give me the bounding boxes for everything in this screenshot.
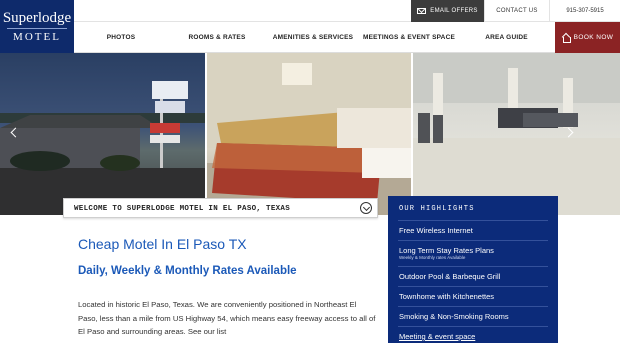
highlight-label: Long Term Stay Rates Plans bbox=[399, 246, 494, 255]
contact-us-link[interactable]: CONTACT US bbox=[484, 0, 550, 22]
meeting-room-illustration bbox=[413, 53, 620, 215]
highlights-panel: OUR HIGHLIGHTS Free Wireless Internet Lo… bbox=[388, 196, 558, 343]
highlight-item[interactable]: Free Wireless Internet bbox=[398, 220, 548, 240]
photo-carousel bbox=[0, 53, 620, 215]
logo-rule bbox=[7, 27, 67, 29]
photo-meeting-room bbox=[413, 53, 620, 215]
photo-motel-exterior bbox=[0, 53, 205, 215]
nav-rooms-rates[interactable]: ROOMS & RATES bbox=[168, 22, 266, 53]
house-icon bbox=[562, 34, 571, 43]
book-now-button[interactable]: BOOK NOW bbox=[555, 22, 620, 53]
highlight-item-link[interactable]: Meeting & event space bbox=[398, 326, 548, 343]
book-now-label: BOOK NOW bbox=[573, 34, 614, 41]
chevron-down-icon[interactable] bbox=[360, 202, 372, 214]
highlight-label: Outdoor Pool & Barbeque Grill bbox=[399, 272, 501, 281]
guest-room-illustration bbox=[207, 53, 411, 215]
nav-area-guide[interactable]: AREA GUIDE bbox=[458, 22, 555, 53]
intro-paragraph: Located in historic El Paso, Texas. We a… bbox=[78, 300, 376, 337]
phone-link[interactable]: 915-307-5915 bbox=[550, 0, 620, 22]
highlight-item[interactable]: Townhome with Kitchenettes bbox=[398, 286, 548, 306]
highlight-sublabel: Weekly & Monthly rates Available bbox=[399, 255, 466, 260]
page-subtitle: Daily, Weekly & Monthly Rates Available bbox=[78, 265, 297, 277]
nav-meetings-event-space[interactable]: MEETINGS & EVENT SPACE bbox=[360, 22, 458, 53]
logo-wordmark: Superlodge bbox=[2, 9, 72, 26]
highlight-label: Free Wireless Internet bbox=[399, 226, 473, 235]
logo-subtitle: MOTEL bbox=[13, 30, 61, 43]
highlight-label: Meeting & event space bbox=[399, 332, 476, 341]
email-offers-button[interactable]: EMAIL OFFERS bbox=[411, 0, 484, 22]
top-utility-bar: EMAIL OFFERS CONTACT US 915-307-5915 bbox=[74, 0, 620, 22]
highlight-label: Smoking & Non-Smoking Rooms bbox=[399, 312, 509, 321]
page-title: Cheap Motel In El Paso TX bbox=[78, 236, 247, 252]
highlight-item[interactable]: Outdoor Pool & Barbeque Grill bbox=[398, 266, 548, 286]
logo[interactable]: Superlodge MOTEL bbox=[0, 0, 74, 53]
nav-photos[interactable]: PHOTOS bbox=[74, 22, 168, 53]
motel-exterior-illustration bbox=[0, 81, 205, 215]
welcome-heading: WELCOME TO SUPERLODGE MOTEL IN EL PASO, … bbox=[74, 205, 291, 213]
photo-guest-room bbox=[207, 53, 411, 215]
envelope-icon bbox=[417, 8, 427, 14]
highlight-item[interactable]: Long Term Stay Rates Plans Weekly & Mont… bbox=[398, 240, 548, 266]
main-navigation: PHOTOS ROOMS & RATES AMENITIES & SERVICE… bbox=[74, 22, 620, 53]
highlight-label: Townhome with Kitchenettes bbox=[399, 292, 495, 301]
nav-amenities-services[interactable]: AMENITIES & SERVICES bbox=[266, 22, 360, 53]
highlights-title: OUR HIGHLIGHTS bbox=[399, 205, 475, 213]
highlight-item[interactable]: Smoking & Non-Smoking Rooms bbox=[398, 306, 548, 326]
welcome-bar[interactable]: WELCOME TO SUPERLODGE MOTEL IN EL PASO, … bbox=[63, 198, 378, 218]
email-offers-label: EMAIL OFFERS bbox=[430, 8, 478, 14]
